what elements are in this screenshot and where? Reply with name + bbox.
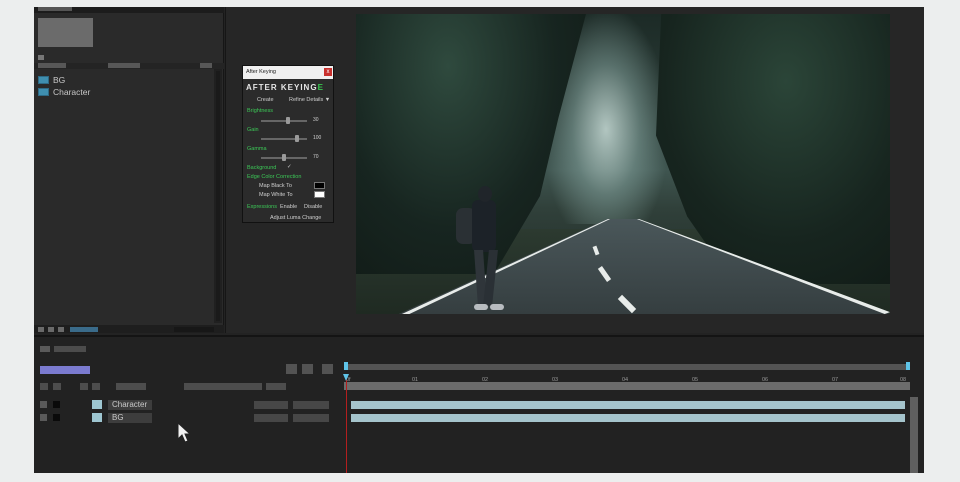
after-keying-dialog: After Keying x AFTER KEYINGE Create Refi…	[242, 65, 334, 223]
project-tab-strip	[34, 7, 224, 13]
project-item-label: Character	[53, 87, 91, 97]
layer-row-character[interactable]: Character	[34, 399, 344, 411]
graph-editor-icon[interactable]	[322, 364, 333, 374]
project-tab[interactable]	[38, 7, 72, 11]
draft-3d-icon[interactable]	[286, 364, 297, 374]
gain-value[interactable]: 100	[313, 135, 321, 141]
refine-details-dropdown[interactable]: Refine Details ▼	[289, 97, 330, 103]
folder-icon	[38, 76, 49, 84]
eye-icon[interactable]	[40, 414, 47, 421]
dialog-title: After Keying	[246, 69, 276, 75]
project-item-character[interactable]: Character	[38, 86, 90, 98]
dialog-title-bar[interactable]: After Keying x	[243, 66, 333, 79]
project-scrollbar[interactable]	[214, 69, 222, 323]
adjust-luma-change-button[interactable]: Adjust Luma Change	[270, 215, 321, 221]
new-folder-icon[interactable]	[48, 327, 54, 332]
motion-blur-icon[interactable]	[302, 364, 313, 374]
timeline-tab[interactable]	[54, 346, 86, 352]
gamma-slider-knob[interactable]	[282, 154, 286, 161]
folder-icon	[38, 88, 49, 96]
gain-label: Gain	[247, 127, 259, 133]
background-checkbox[interactable]: ✓	[287, 164, 292, 170]
gamma-slider[interactable]	[261, 154, 307, 161]
time-ruler[interactable]	[344, 362, 910, 370]
disable-button[interactable]: Disable	[304, 204, 322, 210]
gain-slider[interactable]	[261, 135, 307, 142]
project-info-icon	[38, 55, 44, 60]
project-column-header	[34, 63, 224, 69]
create-button[interactable]: Create	[257, 97, 274, 103]
project-item-bg[interactable]: BG	[38, 74, 65, 86]
label-color-swatch[interactable]	[92, 413, 102, 422]
enable-button[interactable]: Enable	[280, 204, 297, 210]
project-thumbnail	[38, 18, 93, 47]
project-footer-spacer	[174, 327, 214, 332]
solo-icon[interactable]	[53, 414, 60, 421]
composition-panel: After Keying x AFTER KEYINGE Create Refi…	[225, 7, 924, 333]
edge-color-correction-label: Edge Color Correction	[247, 174, 302, 180]
eye-icon[interactable]	[40, 401, 47, 408]
layer-bar-character[interactable]	[351, 401, 905, 409]
work-area-start[interactable]	[344, 362, 348, 370]
map-white-label: Map White To	[259, 192, 293, 198]
layer-name[interactable]: Character	[108, 400, 152, 410]
brightness-slider[interactable]	[261, 117, 307, 124]
map-white-swatch[interactable]	[314, 191, 325, 198]
project-panel: BG Character	[34, 7, 224, 333]
gamma-value[interactable]: 70	[313, 154, 319, 160]
composition-viewer[interactable]	[356, 14, 890, 314]
parent-header	[266, 383, 286, 390]
expressions-label: Expressions	[247, 204, 277, 210]
layer-switches[interactable]	[254, 414, 288, 422]
column-header-type[interactable]	[108, 63, 140, 68]
gain-slider-knob[interactable]	[294, 135, 299, 142]
switches-header	[184, 383, 262, 390]
project-footer	[34, 325, 224, 333]
layer-bar-bg[interactable]	[351, 414, 905, 422]
timeline-panel: 0f 01 02 03 04 05 06 07 08 Character BG	[34, 335, 924, 473]
av-features-header	[40, 383, 48, 390]
brightness-label: Brightness	[247, 108, 273, 114]
interpret-footage-icon[interactable]	[38, 327, 44, 332]
project-item-label: BG	[53, 75, 66, 85]
new-composition-icon[interactable]	[58, 327, 64, 332]
character-person	[456, 186, 504, 314]
timeline-tab-close[interactable]	[40, 346, 50, 352]
work-area-end[interactable]	[906, 362, 910, 370]
after-keying-logo: AFTER KEYINGE	[246, 83, 324, 92]
solo-header	[53, 383, 61, 390]
work-area-bar[interactable]	[344, 382, 910, 390]
map-black-label: Map Black To	[259, 183, 292, 189]
layer-name[interactable]: BG	[108, 413, 152, 423]
column-header-size[interactable]	[200, 63, 212, 68]
label-color-swatch[interactable]	[92, 400, 102, 409]
timeline-scrollbar[interactable]	[910, 397, 918, 473]
gamma-label: Gamma	[247, 146, 267, 152]
chevron-down-icon: ▼	[324, 97, 331, 103]
bit-depth-indicator[interactable]	[70, 327, 98, 332]
number-header	[92, 383, 100, 390]
after-effects-window: BG Character After Keying x AFTER KEYING…	[34, 7, 924, 473]
label-header	[80, 383, 88, 390]
layer-name-header	[116, 383, 146, 390]
map-black-swatch[interactable]	[314, 182, 325, 189]
layer-parent[interactable]	[293, 414, 329, 422]
brightness-value[interactable]: 30	[313, 117, 319, 123]
brightness-slider-knob[interactable]	[286, 117, 291, 124]
layer-parent[interactable]	[293, 401, 329, 409]
current-time-display[interactable]	[40, 366, 90, 374]
playhead[interactable]	[346, 375, 347, 473]
close-icon[interactable]: x	[324, 68, 332, 76]
solo-icon[interactable]	[53, 401, 60, 408]
mouse-cursor-icon	[177, 422, 191, 443]
column-header-name[interactable]	[38, 63, 66, 68]
layer-switches[interactable]	[254, 401, 288, 409]
background-label: Background	[247, 165, 277, 171]
